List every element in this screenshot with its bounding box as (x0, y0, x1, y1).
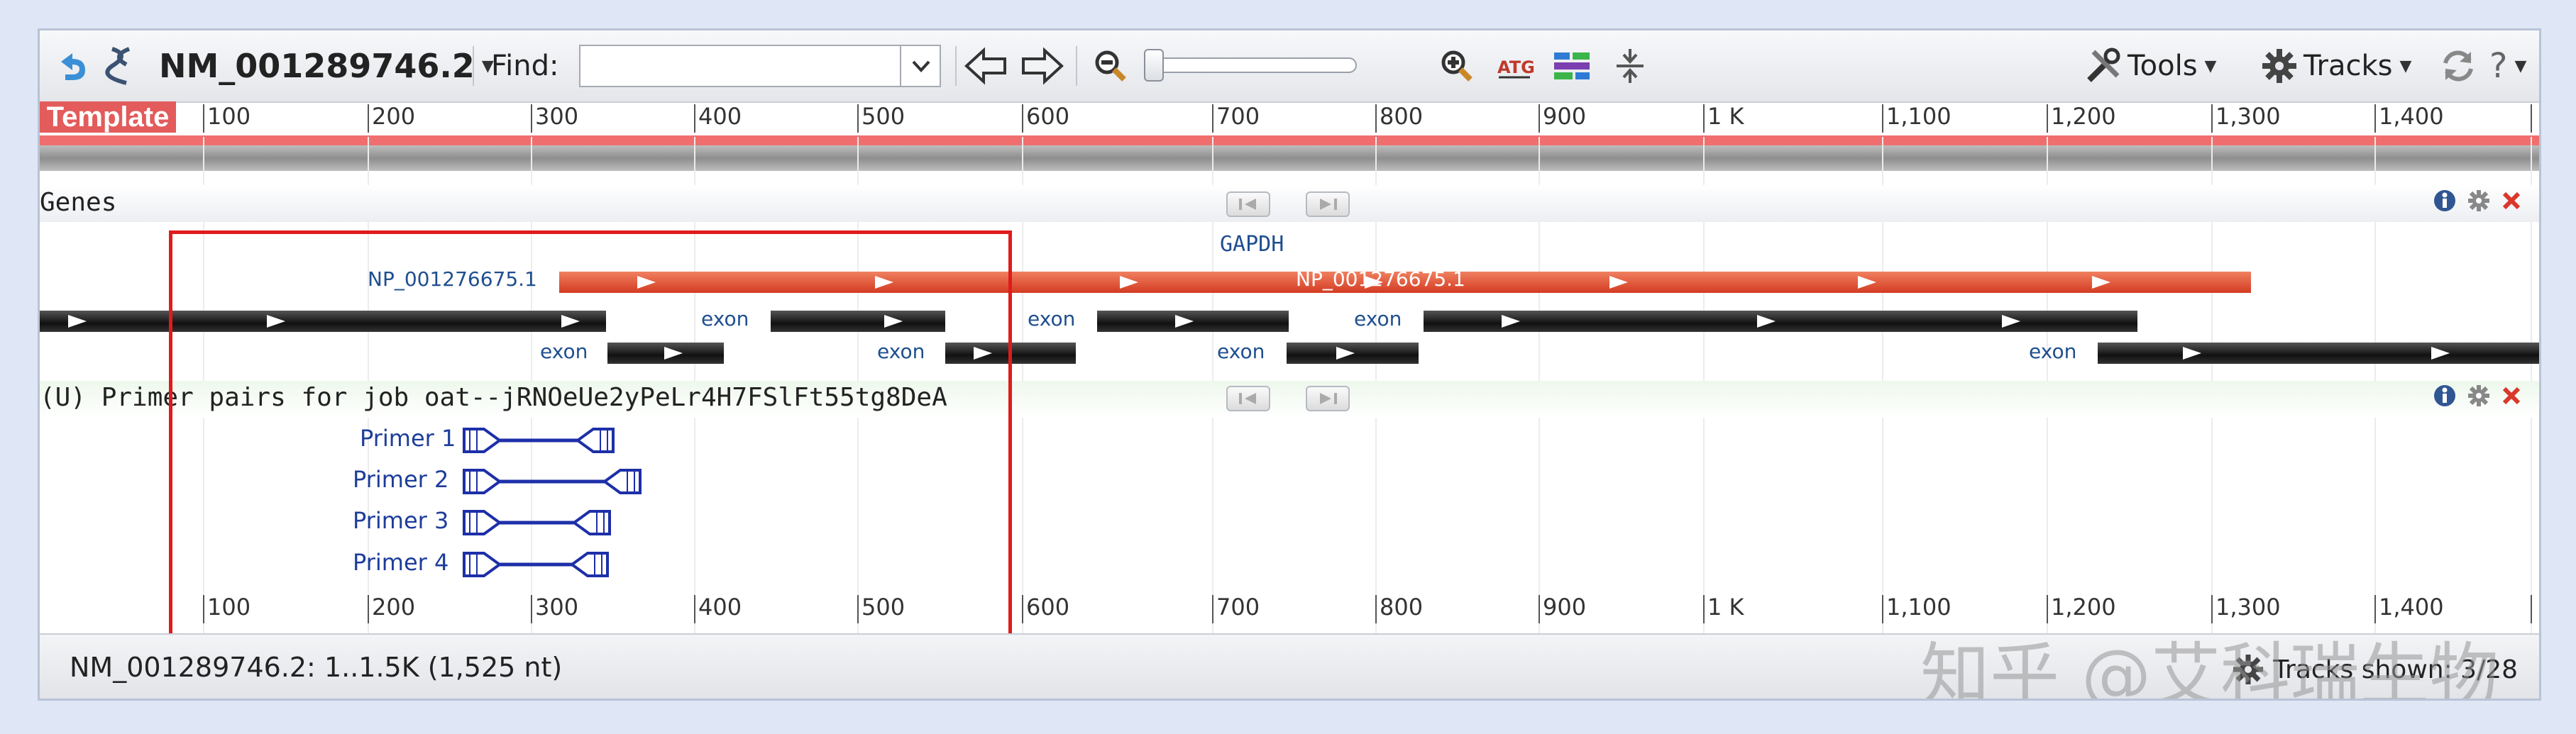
ruler-tick-label: 1,200 (2051, 594, 2116, 621)
ruler-tick-label: 900 (1543, 594, 1587, 621)
sequence-viewer: NM_001289746.2 ▼ Find: ATG Tools ▼ Track… (38, 28, 2541, 701)
ruler-tick (2531, 595, 2532, 623)
highlight-box (169, 230, 1012, 645)
ruler-tick-label: 1 K (1707, 594, 1744, 621)
watermark: 知乎 @艾科瑞生物 (1920, 635, 2499, 701)
ruler-tick-label: 600 (1026, 594, 1070, 621)
ruler-tick-label: 1,300 (2216, 594, 2281, 621)
sequence-range: NM_001289746.2: 1..1.5K (1,525 nt) (70, 652, 563, 683)
ruler-tick-label: 700 (1216, 594, 1260, 621)
ruler-tick-label: 800 (1380, 594, 1424, 621)
ruler-tick-label: 1,100 (1886, 594, 1952, 621)
ruler-tick-label: 1,400 (2379, 594, 2444, 621)
